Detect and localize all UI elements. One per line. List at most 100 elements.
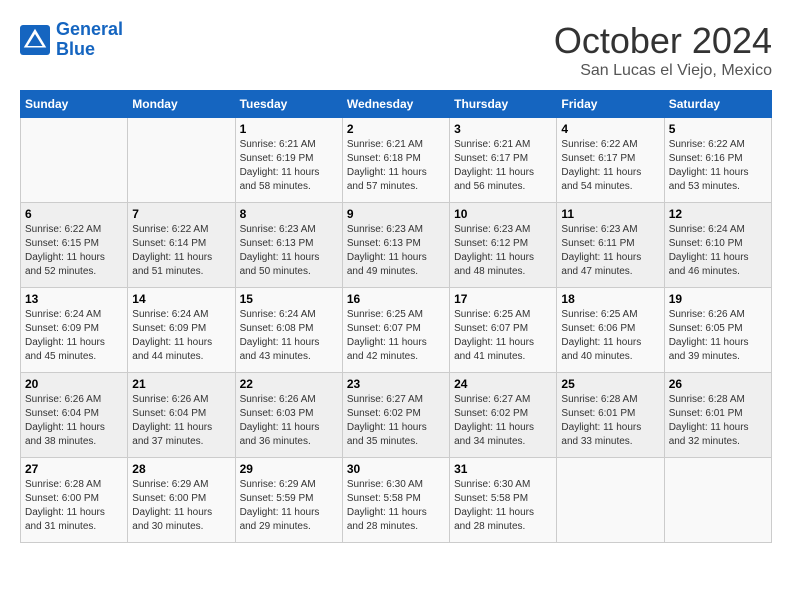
- calendar-cell: 14Sunrise: 6:24 AMSunset: 6:09 PMDayligh…: [128, 288, 235, 373]
- calendar-cell: 25 Sunrise: 6:28 AMSunset: 6:01 PMDayligh…: [557, 373, 664, 458]
- calendar-cell: [557, 458, 664, 543]
- day-info: Sunrise: 6:22 AMSunset: 6:14 PMDaylight:…: [132, 223, 230, 279]
- day-number: 30: [347, 462, 445, 476]
- week-row-2: 6 Sunrise: 6:22 AMSunset: 6:15 PMDaylight…: [21, 203, 772, 288]
- day-number: 25: [561, 377, 659, 391]
- day-info: Sunrise: 6:24 AMSunset: 6:09 PMDaylight:…: [132, 308, 230, 364]
- day-info: Sunrise: 6:26 AMSunset: 6:05 PMDaylight:…: [669, 308, 767, 364]
- day-number: 31: [454, 462, 552, 476]
- day-info: Sunrise: 6:23 AMSunset: 6:13 PMDaylight:…: [240, 223, 338, 279]
- day-info: Sunrise: 6:21 AMSunset: 6:17 PMDaylight:…: [454, 138, 552, 194]
- calendar-cell: 3 Sunrise: 6:21 AMSunset: 6:17 PMDaylight…: [450, 118, 557, 203]
- week-row-3: 13 Sunrise: 6:24 AMSunset: 6:09 PMDayligh…: [21, 288, 772, 373]
- day-info: Sunrise: 6:25 AMSunset: 6:07 PMDaylight:…: [347, 308, 445, 364]
- day-number: 26: [669, 377, 767, 391]
- day-info: Sunrise: 6:26 AMSunset: 6:03 PMDaylight:…: [240, 393, 338, 449]
- day-info: Sunrise: 6:22 AMSunset: 6:17 PMDaylight:…: [561, 138, 659, 194]
- title-section: October 2024 San Lucas el Viejo, Mexico: [554, 20, 772, 80]
- day-number: 21: [132, 377, 230, 391]
- weekday-header-sunday: Sunday: [21, 91, 128, 118]
- calendar-cell: 28 Sunrise: 6:29 AMSunset: 6:00 PMDayligh…: [128, 458, 235, 543]
- day-number: 20: [25, 377, 123, 391]
- week-row-5: 27 Sunrise: 6:28 AMSunset: 6:00 PMDayligh…: [21, 458, 772, 543]
- day-number: 18: [561, 292, 659, 306]
- weekday-header-saturday: Saturday: [664, 91, 771, 118]
- calendar-cell: 12Sunrise: 6:24 AMSunset: 6:10 PMDayligh…: [664, 203, 771, 288]
- calendar-cell: 6 Sunrise: 6:22 AMSunset: 6:15 PMDaylight…: [21, 203, 128, 288]
- calendar-table: SundayMondayTuesdayWednesdayThursdayFrid…: [20, 90, 772, 543]
- day-info: Sunrise: 6:23 AMSunset: 6:12 PMDaylight:…: [454, 223, 552, 279]
- day-number: 9: [347, 207, 445, 221]
- day-info: Sunrise: 6:30 AMSunset: 5:58 PMDaylight:…: [454, 478, 552, 534]
- calendar-cell: 10Sunrise: 6:23 AMSunset: 6:12 PMDayligh…: [450, 203, 557, 288]
- day-number: 3: [454, 122, 552, 136]
- calendar-cell: 18 Sunrise: 6:25 AMSunset: 6:06 PMDayligh…: [557, 288, 664, 373]
- day-number: 1: [240, 122, 338, 136]
- day-number: 24: [454, 377, 552, 391]
- day-info: Sunrise: 6:23 AMSunset: 6:13 PMDaylight:…: [347, 223, 445, 279]
- day-number: 7: [132, 207, 230, 221]
- calendar-cell: 9 Sunrise: 6:23 AMSunset: 6:13 PMDaylight…: [342, 203, 449, 288]
- day-info: Sunrise: 6:29 AMSunset: 5:59 PMDaylight:…: [240, 478, 338, 534]
- day-info: Sunrise: 6:23 AMSunset: 6:11 PMDaylight:…: [561, 223, 659, 279]
- day-info: Sunrise: 6:26 AMSunset: 6:04 PMDaylight:…: [25, 393, 123, 449]
- day-info: Sunrise: 6:25 AMSunset: 6:06 PMDaylight:…: [561, 308, 659, 364]
- calendar-cell: 8 Sunrise: 6:23 AMSunset: 6:13 PMDaylight…: [235, 203, 342, 288]
- day-number: 6: [25, 207, 123, 221]
- day-info: Sunrise: 6:26 AMSunset: 6:04 PMDaylight:…: [132, 393, 230, 449]
- month-title: October 2024: [554, 20, 772, 62]
- day-number: 19: [669, 292, 767, 306]
- calendar-cell: 21 Sunrise: 6:26 AMSunset: 6:04 PMDayligh…: [128, 373, 235, 458]
- calendar-cell: 30 Sunrise: 6:30 AMSunset: 5:58 PMDayligh…: [342, 458, 449, 543]
- calendar-cell: 17 Sunrise: 6:25 AMSunset: 6:07 PMDayligh…: [450, 288, 557, 373]
- day-number: 23: [347, 377, 445, 391]
- calendar-cell: 13 Sunrise: 6:24 AMSunset: 6:09 PMDayligh…: [21, 288, 128, 373]
- day-number: 22: [240, 377, 338, 391]
- weekday-header-tuesday: Tuesday: [235, 91, 342, 118]
- calendar-cell: [664, 458, 771, 543]
- day-info: Sunrise: 6:22 AMSunset: 6:15 PMDaylight:…: [25, 223, 123, 279]
- day-info: Sunrise: 6:30 AMSunset: 5:58 PMDaylight:…: [347, 478, 445, 534]
- day-number: 2: [347, 122, 445, 136]
- calendar-cell: 11 Sunrise: 6:23 AMSunset: 6:11 PMDayligh…: [557, 203, 664, 288]
- day-info: Sunrise: 6:28 AMSunset: 6:00 PMDaylight:…: [25, 478, 123, 534]
- calendar-cell: 20 Sunrise: 6:26 AMSunset: 6:04 PMDayligh…: [21, 373, 128, 458]
- day-number: 11: [561, 207, 659, 221]
- day-number: 5: [669, 122, 767, 136]
- calendar-cell: 16 Sunrise: 6:25 AMSunset: 6:07 PMDayligh…: [342, 288, 449, 373]
- logo-text: General Blue: [56, 20, 123, 60]
- calendar-cell: 26 Sunrise: 6:28 AMSunset: 6:01 PMDayligh…: [664, 373, 771, 458]
- day-number: 29: [240, 462, 338, 476]
- weekday-header-wednesday: Wednesday: [342, 91, 449, 118]
- day-number: 8: [240, 207, 338, 221]
- day-info: Sunrise: 6:24 AMSunset: 6:08 PMDaylight:…: [240, 308, 338, 364]
- day-info: Sunrise: 6:21 AMSunset: 6:18 PMDaylight:…: [347, 138, 445, 194]
- day-number: 16: [347, 292, 445, 306]
- day-number: 15: [240, 292, 338, 306]
- week-row-1: 1Sunrise: 6:21 AMSunset: 6:19 PMDaylight…: [21, 118, 772, 203]
- day-number: 12: [669, 207, 767, 221]
- day-info: Sunrise: 6:28 AMSunset: 6:01 PMDaylight:…: [669, 393, 767, 449]
- weekday-header-monday: Monday: [128, 91, 235, 118]
- day-info: Sunrise: 6:25 AMSunset: 6:07 PMDaylight:…: [454, 308, 552, 364]
- logo: General Blue: [20, 20, 123, 60]
- day-info: Sunrise: 6:24 AMSunset: 6:09 PMDaylight:…: [25, 308, 123, 364]
- calendar-cell: 24Sunrise: 6:27 AMSunset: 6:02 PMDayligh…: [450, 373, 557, 458]
- calendar-cell: 27 Sunrise: 6:28 AMSunset: 6:00 PMDayligh…: [21, 458, 128, 543]
- week-row-4: 20 Sunrise: 6:26 AMSunset: 6:04 PMDayligh…: [21, 373, 772, 458]
- day-info: Sunrise: 6:29 AMSunset: 6:00 PMDaylight:…: [132, 478, 230, 534]
- calendar-cell: [128, 118, 235, 203]
- calendar-cell: 4Sunrise: 6:22 AMSunset: 6:17 PMDaylight…: [557, 118, 664, 203]
- day-info: Sunrise: 6:22 AMSunset: 6:16 PMDaylight:…: [669, 138, 767, 194]
- day-number: 28: [132, 462, 230, 476]
- day-info: Sunrise: 6:27 AMSunset: 6:02 PMDaylight:…: [347, 393, 445, 449]
- day-number: 13: [25, 292, 123, 306]
- day-number: 27: [25, 462, 123, 476]
- weekday-header-friday: Friday: [557, 91, 664, 118]
- day-number: 17: [454, 292, 552, 306]
- calendar-cell: 31 Sunrise: 6:30 AMSunset: 5:58 PMDayligh…: [450, 458, 557, 543]
- day-info: Sunrise: 6:28 AMSunset: 6:01 PMDaylight:…: [561, 393, 659, 449]
- calendar-cell: 5 Sunrise: 6:22 AMSunset: 6:16 PMDaylight…: [664, 118, 771, 203]
- calendar-cell: 7 Sunrise: 6:22 AMSunset: 6:14 PMDaylight…: [128, 203, 235, 288]
- calendar-cell: 15 Sunrise: 6:24 AMSunset: 6:08 PMDayligh…: [235, 288, 342, 373]
